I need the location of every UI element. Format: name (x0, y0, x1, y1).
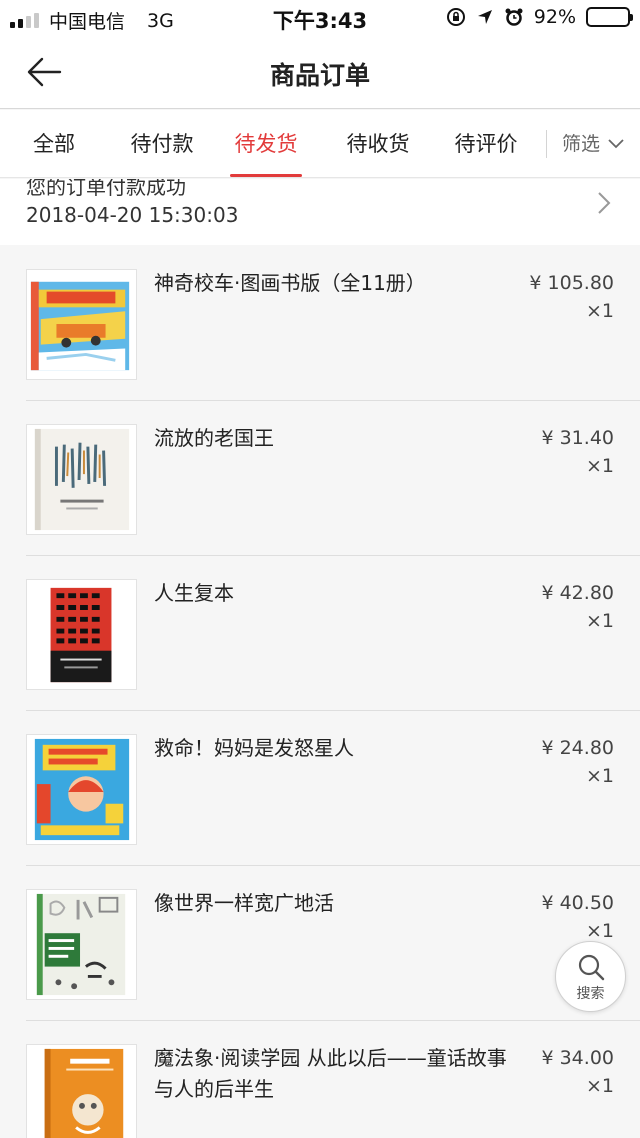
search-label: 搜索 (576, 986, 605, 1002)
tab-pending-review[interactable]: 待评价 (446, 110, 526, 178)
page-title: 商品订单 (269, 61, 370, 90)
order-datetime: 2018-04-20 15:30:03 (26, 203, 239, 227)
battery-icon (586, 7, 633, 27)
product-name: 人生复本 (154, 581, 234, 605)
product-image (26, 424, 137, 535)
tab-pending-payment[interactable]: 待付款 (122, 110, 202, 178)
product-price: ¥ 24.80 (541, 737, 614, 759)
product-name: 流放的老国王 (154, 426, 274, 450)
product-price: ¥ 42.80 (541, 582, 614, 604)
filter-button[interactable]: 筛选 (562, 110, 624, 178)
product-price: ¥ 40.50 (541, 892, 614, 914)
product-image (26, 1044, 137, 1138)
list-item[interactable]: 魔法象·阅读学园 从此以后——童话故事与人的后半生 ¥ 34.00 ×1 (0, 1021, 640, 1138)
product-image (26, 889, 137, 1000)
product-name: 救命！妈妈是发怒星人 (154, 736, 354, 760)
product-image (26, 269, 137, 380)
chevron-down-icon (608, 139, 624, 149)
tab-label: 全部 (33, 132, 75, 156)
order-status: 您的订单付款成功 (26, 179, 186, 199)
list-item[interactable]: 像世界一样宽广地活 ¥ 40.50 ×1 (0, 866, 640, 1021)
product-quantity: ×1 (585, 455, 614, 477)
list-item[interactable]: 流放的老国王 ¥ 31.40 ×1 (0, 401, 640, 556)
status-bar: 中国电信 3G 下午3:43 92% (0, 0, 640, 36)
product-name: 像世界一样宽广地活 (154, 891, 334, 915)
product-price: ¥ 105.80 (529, 272, 614, 294)
product-image (26, 734, 137, 845)
battery-percent: 92% (533, 6, 576, 28)
order-summary-row[interactable]: 您的订单付款成功 2018-04-20 15:30:03 (0, 179, 640, 245)
filter-label: 筛选 (562, 133, 601, 155)
product-price: ¥ 31.40 (541, 427, 614, 449)
order-item-list: 神奇校车·图画书版（全11册） ¥ 105.80 ×1 流放的老国王 ¥ 31.… (0, 246, 640, 1138)
product-quantity: ×1 (585, 765, 614, 787)
nav-bar: 商品订单 (0, 36, 640, 109)
chevron-right-icon (598, 192, 611, 214)
tab-all[interactable]: 全部 (18, 110, 90, 178)
product-quantity: ×1 (585, 610, 614, 632)
status-bar-right: 92% (446, 6, 633, 28)
tab-label: 待收货 (346, 132, 410, 156)
orientation-lock-icon (446, 8, 465, 26)
list-item[interactable]: 人生复本 ¥ 42.80 ×1 (0, 556, 640, 711)
product-quantity: ×1 (585, 300, 614, 322)
tab-pending-shipment[interactable]: 待发货 (230, 110, 302, 178)
list-item[interactable]: 神奇校车·图画书版（全11册） ¥ 105.80 ×1 (0, 246, 640, 401)
product-price: ¥ 34.00 (541, 1047, 614, 1069)
location-icon (477, 10, 492, 24)
product-name: 神奇校车·图画书版（全11册） (154, 271, 426, 295)
product-image (26, 579, 137, 690)
active-tab-underline (230, 174, 302, 177)
order-tabs: 全部 待付款 待发货 待收货 待评价 筛选 (0, 110, 640, 178)
product-quantity: ×1 (585, 1075, 614, 1097)
search-icon (578, 954, 604, 981)
tab-label: 待付款 (130, 132, 194, 156)
product-name: 魔法象·阅读学园 从此以后——童话故事与人的后半生 (154, 1046, 507, 1101)
tab-pending-receipt[interactable]: 待收货 (338, 110, 418, 178)
list-item[interactable]: 救命！妈妈是发怒星人 ¥ 24.80 ×1 (0, 711, 640, 866)
alarm-icon (505, 8, 523, 26)
tab-label: 待评价 (454, 132, 518, 156)
search-button[interactable]: 搜索 (555, 941, 626, 1012)
tab-label: 待发货 (234, 132, 298, 156)
tab-divider (546, 130, 547, 158)
